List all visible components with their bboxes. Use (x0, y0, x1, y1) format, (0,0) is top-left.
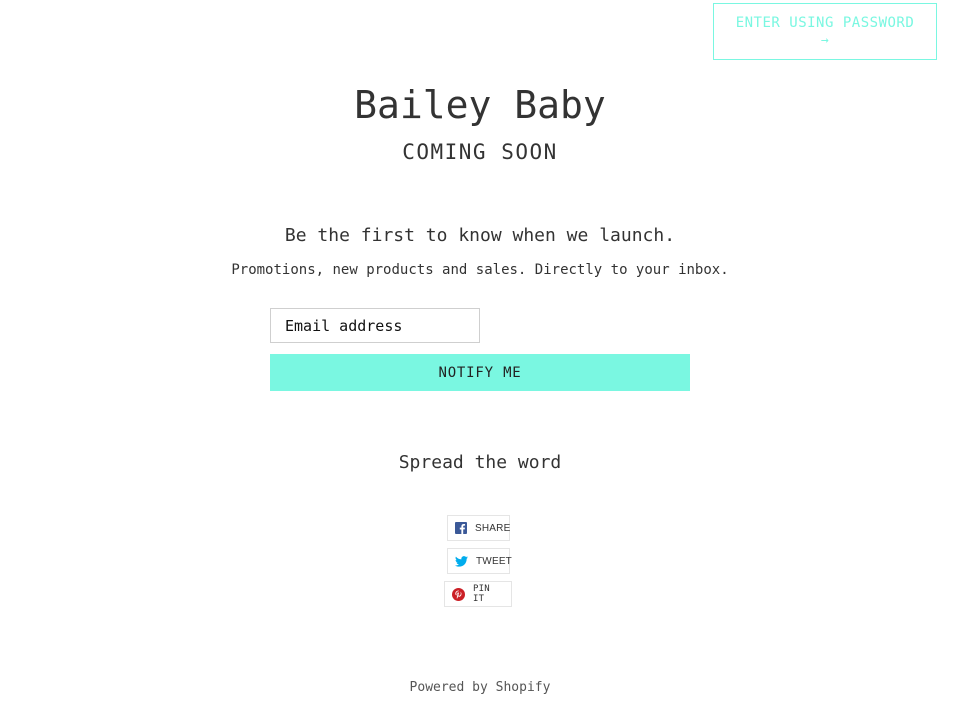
share-heading: Spread the word (398, 452, 562, 473)
powered-by-shopify-link[interactable]: Powered by Shopify (0, 678, 960, 698)
store-name: Bailey Baby (354, 83, 606, 127)
signup-subline: Promotions, new products and sales. Dire… (231, 262, 729, 278)
tweet-label: TWEET (476, 555, 512, 567)
facebook-icon (455, 521, 467, 535)
pinterest-icon (452, 587, 465, 601)
share-twitter-button[interactable]: TWEET (447, 548, 512, 574)
signup-headline: Be the first to know when we launch. (284, 225, 676, 246)
arrow-right-icon: → (820, 33, 830, 48)
enter-password-button[interactable]: ENTER USING PASSWORD → (713, 3, 937, 60)
share-pinterest-button[interactable]: PIN IT (444, 581, 512, 607)
password-page: ENTER USING PASSWORD → Bailey Baby COMIN… (0, 0, 960, 720)
twitter-icon (455, 554, 468, 568)
notify-me-button[interactable]: NOTIFY ME (270, 354, 690, 391)
share-label: SHARE (475, 522, 511, 534)
enter-password-label: ENTER USING PASSWORD (735, 15, 915, 31)
share-facebook-button[interactable]: SHARE (447, 515, 510, 541)
pin-label: PIN IT (473, 584, 490, 604)
coming-soon-tagline: COMING SOON (402, 140, 558, 164)
email-input[interactable] (270, 308, 480, 343)
